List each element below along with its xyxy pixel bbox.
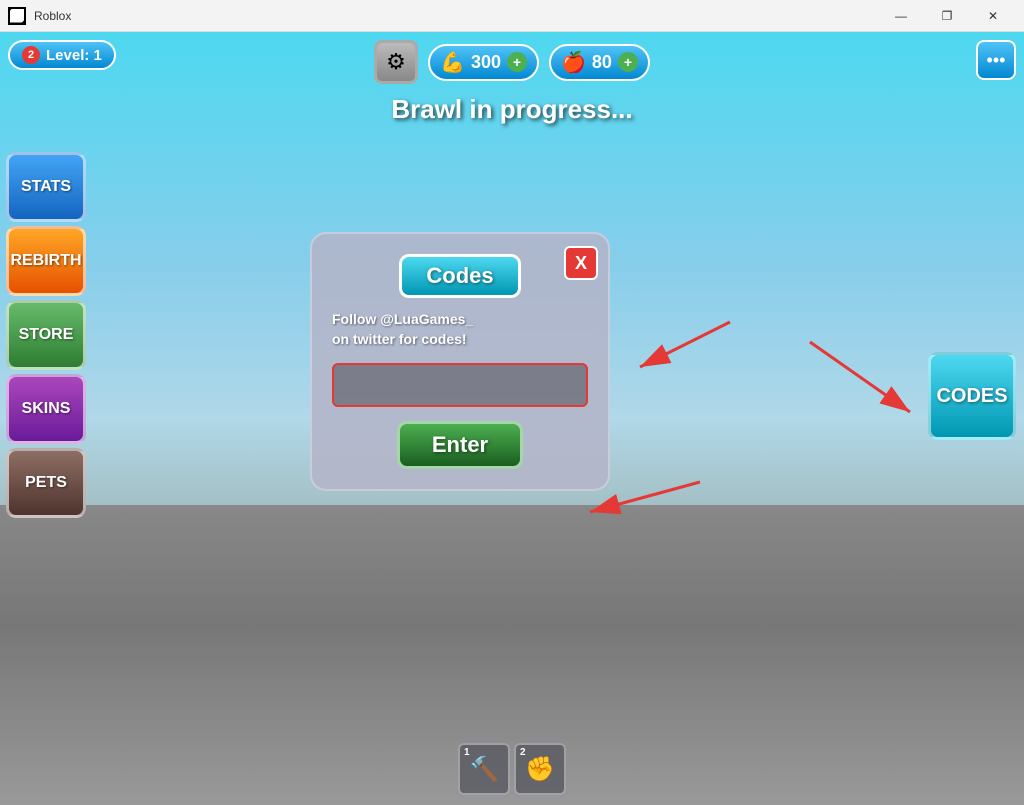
hotbar-slot-1-num: 1 [464, 747, 470, 758]
more-icon: ••• [987, 50, 1006, 71]
hotbar-slot-2[interactable]: 2 ✊ [514, 743, 566, 795]
gem-plus-button[interactable]: + [618, 52, 638, 72]
titlebar: Roblox — ❐ ✕ [0, 0, 1024, 32]
enter-code-button[interactable]: Enter [397, 421, 523, 469]
gear-button[interactable]: ⚙ [374, 40, 418, 84]
gem-amount: 80 [592, 52, 612, 73]
codes-modal: Codes X Follow @LuaGames_on twitter for … [310, 232, 610, 491]
codes-modal-header: Codes X [332, 254, 588, 298]
codes-side-button[interactable]: CODES [928, 352, 1016, 440]
codes-side-label: CODES [936, 385, 1007, 408]
topbar: 2 Level: 1 ⚙ 💪 300 + 🍎 80 + ••• [0, 40, 1024, 84]
skins-label: SKINS [22, 400, 71, 418]
sidebar-item-rebirth[interactable]: REBIRTH [6, 226, 86, 296]
hotbar: 1 🔨 2 ✊ [458, 743, 566, 795]
hotbar-slot-2-num: 2 [520, 747, 526, 758]
code-input-field[interactable] [332, 363, 588, 407]
roblox-logo-icon [8, 7, 26, 25]
level-text: Level: 1 [46, 47, 102, 64]
brawl-status-text: Brawl in progress... [0, 94, 1024, 125]
hotbar-slot-2-icon: ✊ [525, 755, 555, 784]
level-badge: 2 Level: 1 [8, 40, 116, 70]
pets-label: PETS [25, 474, 67, 492]
minimize-button[interactable]: — [878, 0, 924, 32]
notification-count: 2 [22, 46, 40, 64]
rebirth-label: REBIRTH [10, 252, 81, 270]
more-button[interactable]: ••• [976, 40, 1016, 80]
sidebar-item-stats[interactable]: STATS [6, 152, 86, 222]
gem-icon: 🍎 [561, 50, 586, 75]
strength-plus-button[interactable]: + [507, 52, 527, 72]
side-menu: STATS REBIRTH STORE SKINS PETS [6, 152, 86, 518]
close-button[interactable]: ✕ [970, 0, 1016, 32]
hotbar-slot-1[interactable]: 1 🔨 [458, 743, 510, 795]
sidebar-item-skins[interactable]: SKINS [6, 374, 86, 444]
sidebar-item-pets[interactable]: PETS [6, 448, 86, 518]
titlebar-controls: — ❐ ✕ [878, 0, 1016, 32]
sidebar-item-store[interactable]: STORE [6, 300, 86, 370]
game-area: 2 Level: 1 ⚙ 💪 300 + 🍎 80 + ••• Brawl in… [0, 32, 1024, 805]
codes-title: Codes [399, 254, 520, 298]
gear-icon: ⚙ [386, 49, 406, 75]
maximize-button[interactable]: ❐ [924, 0, 970, 32]
store-label: STORE [19, 326, 74, 344]
strength-currency-box: 💪 300 + [428, 44, 539, 81]
codes-instructions-text: Follow @LuaGames_on twitter for codes! [332, 311, 473, 347]
titlebar-title: Roblox [34, 9, 71, 23]
strength-icon: 💪 [440, 50, 465, 75]
titlebar-left: Roblox [8, 7, 71, 25]
hotbar-slot-1-icon: 🔨 [469, 755, 499, 784]
top-center: ⚙ 💪 300 + 🍎 80 + [374, 40, 650, 84]
codes-instructions: Follow @LuaGames_on twitter for codes! [332, 310, 588, 349]
gem-currency-box: 🍎 80 + [549, 44, 650, 81]
close-modal-button[interactable]: X [564, 246, 598, 280]
strength-amount: 300 [471, 52, 501, 73]
stats-label: STATS [21, 178, 71, 196]
